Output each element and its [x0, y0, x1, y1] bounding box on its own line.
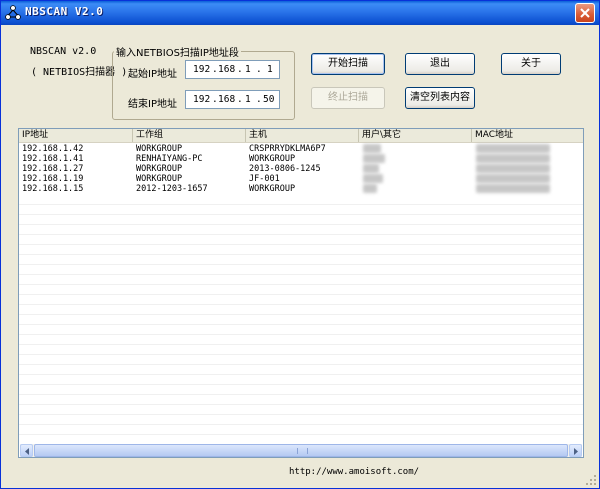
- row-host: 2013-0806-1245: [249, 164, 321, 174]
- ip-dot: .: [212, 94, 218, 105]
- end-ip-octet-2[interactable]: 168: [218, 91, 235, 108]
- close-button[interactable]: [575, 3, 595, 23]
- blurred-mac: [476, 184, 550, 193]
- scroll-thumb[interactable]: [34, 444, 568, 457]
- app-window: NBSCAN V2.0 NBSCAN v2.0 ( NETBIOS扫描器 ) 输…: [0, 0, 600, 489]
- blurred-mac: [476, 164, 550, 173]
- horizontal-scrollbar[interactable]: [20, 444, 582, 457]
- resize-grip-icon[interactable]: [585, 474, 597, 486]
- row-workgroup: 2012-1203-1657: [136, 184, 208, 194]
- ip-dot: .: [237, 94, 243, 105]
- results-list[interactable]: IP地址 工作组 主机 用户\其它 MAC地址 192.168.1.42 WOR…: [18, 128, 584, 458]
- scroll-left-button[interactable]: [20, 444, 33, 457]
- blurred-user: [363, 154, 385, 163]
- row-host: JF-001: [249, 174, 280, 184]
- row-workgroup: RENHAIYANG-PC: [136, 154, 203, 164]
- blurred-user: [363, 164, 379, 173]
- blurred-user: [363, 174, 383, 183]
- exit-button[interactable]: 退出: [405, 53, 475, 75]
- row-workgroup: WORKGROUP: [136, 144, 183, 154]
- row-ip: 192.168.1.27: [22, 164, 84, 174]
- start-ip-field[interactable]: 192 . 168 . 1 . 1: [185, 60, 280, 79]
- version-label: NBSCAN v2.0: [30, 46, 97, 57]
- row-host: WORKGROUP: [249, 154, 296, 164]
- column-header-host[interactable]: 主机: [246, 129, 359, 142]
- ip-dot: .: [212, 64, 218, 75]
- close-icon: [580, 8, 590, 18]
- stop-scan-button[interactable]: 终止扫描: [311, 87, 385, 109]
- scroll-right-button[interactable]: [569, 444, 582, 457]
- start-ip-octet-2[interactable]: 168: [218, 61, 235, 78]
- ip-dot: .: [256, 94, 262, 105]
- arrow-left-icon: [25, 448, 29, 455]
- column-header-ip[interactable]: IP地址: [19, 129, 133, 142]
- column-header-mac[interactable]: MAC地址: [472, 129, 583, 142]
- row-ip: 192.168.1.41: [22, 154, 84, 164]
- row-host: WORKGROUP: [249, 184, 296, 194]
- start-ip-octet-4[interactable]: 1: [267, 61, 273, 78]
- arrow-right-icon: [574, 448, 578, 455]
- clear-list-button[interactable]: 清空列表内容: [405, 87, 475, 109]
- title-bar[interactable]: NBSCAN V2.0: [1, 1, 599, 25]
- blurred-mac: [476, 174, 550, 183]
- scroll-grip: [297, 448, 308, 454]
- row-workgroup: WORKGROUP: [136, 174, 183, 184]
- column-header-workgroup[interactable]: 工作组: [133, 129, 246, 142]
- end-ip-octet-4[interactable]: 50: [263, 91, 274, 108]
- start-ip-octet-3[interactable]: 1: [245, 61, 251, 78]
- network-app-icon: [5, 5, 21, 20]
- end-ip-field[interactable]: 192 . 168 . 1 . 50: [185, 90, 280, 109]
- start-ip-octet-1[interactable]: 192: [193, 61, 210, 78]
- results-header: IP地址 工作组 主机 用户\其它 MAC地址: [19, 129, 583, 143]
- about-button[interactable]: 关于: [501, 53, 561, 75]
- blurred-mac: [476, 154, 550, 163]
- end-ip-octet-1[interactable]: 192: [193, 91, 210, 108]
- ip-dot: .: [237, 64, 243, 75]
- blurred-user: [363, 144, 381, 153]
- end-ip-label: 结束IP地址: [128, 99, 177, 110]
- website-url[interactable]: http://www.amoisoft.com/: [289, 467, 419, 477]
- start-ip-label: 起始IP地址: [128, 69, 177, 80]
- row-ip: 192.168.1.15: [22, 184, 84, 194]
- row-ip: 192.168.1.19: [22, 174, 84, 184]
- blurred-mac: [476, 144, 550, 153]
- start-scan-button[interactable]: 开始扫描: [311, 53, 385, 75]
- end-ip-octet-3[interactable]: 1: [245, 91, 251, 108]
- window-title: NBSCAN V2.0: [25, 5, 104, 18]
- ip-dot: .: [256, 64, 262, 75]
- row-ip: 192.168.1.42: [22, 144, 84, 154]
- column-header-user[interactable]: 用户\其它: [359, 129, 472, 142]
- ip-range-group-title: 输入NETBIOS扫描IP地址段: [114, 44, 241, 59]
- row-workgroup: WORKGROUP: [136, 164, 183, 174]
- row-host: CRSPRRYDKLMA6P7: [249, 144, 326, 154]
- blurred-user: [363, 184, 377, 193]
